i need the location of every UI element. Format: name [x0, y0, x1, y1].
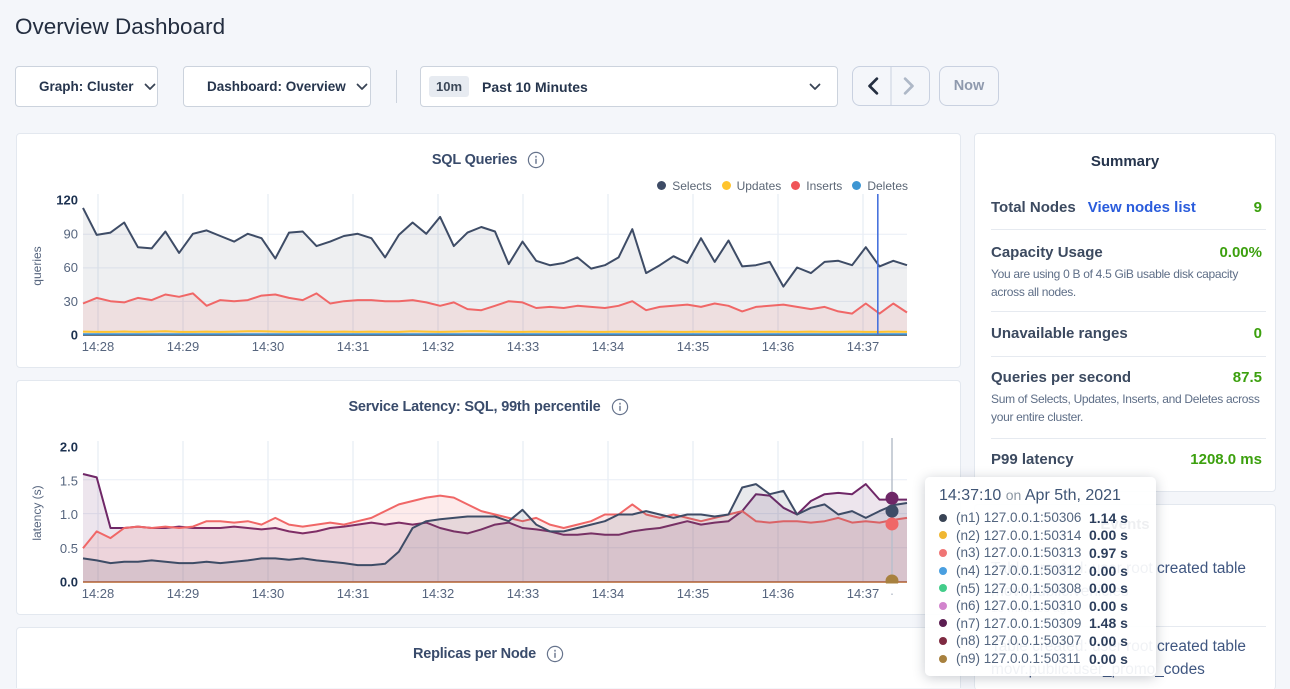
svg-text:14:36: 14:36 — [762, 586, 795, 601]
svg-text:14:31: 14:31 — [337, 339, 370, 354]
svg-text:14:37: 14:37 — [847, 339, 880, 354]
svg-text:14:32: 14:32 — [422, 339, 455, 354]
svg-text:2.0: 2.0 — [60, 440, 78, 455]
svg-text:14:35: 14:35 — [677, 339, 710, 354]
svg-text:14:29: 14:29 — [167, 586, 200, 601]
svg-text:60: 60 — [64, 260, 78, 275]
svg-text:14:29: 14:29 — [167, 339, 200, 354]
svg-text:14:37: 14:37 — [847, 586, 880, 601]
svg-text:14:33: 14:33 — [507, 586, 540, 601]
svg-text:14:36: 14:36 — [762, 339, 795, 354]
svg-text:0.0: 0.0 — [60, 575, 78, 590]
svg-text:14:32: 14:32 — [422, 586, 455, 601]
svg-text:14:28: 14:28 — [82, 586, 115, 601]
svg-text:latency (s): latency (s) — [30, 485, 44, 540]
svg-text:1.0: 1.0 — [60, 507, 78, 522]
svg-text:14:34: 14:34 — [592, 586, 625, 601]
svg-text:queries: queries — [30, 246, 44, 285]
svg-text:30: 30 — [64, 294, 78, 309]
svg-text:14:31: 14:31 — [337, 586, 370, 601]
svg-text:14:33: 14:33 — [507, 339, 540, 354]
svg-text:14:35: 14:35 — [677, 586, 710, 601]
svg-text:90: 90 — [64, 226, 78, 241]
svg-text:0.5: 0.5 — [60, 541, 78, 556]
svg-text:14:28: 14:28 — [82, 339, 115, 354]
svg-text:0: 0 — [71, 328, 78, 343]
svg-text:14:30: 14:30 — [252, 586, 285, 601]
svg-text:14:30: 14:30 — [252, 339, 285, 354]
svg-text:1.5: 1.5 — [60, 473, 78, 488]
svg-text:120: 120 — [56, 193, 78, 208]
svg-text:14:34: 14:34 — [592, 339, 625, 354]
